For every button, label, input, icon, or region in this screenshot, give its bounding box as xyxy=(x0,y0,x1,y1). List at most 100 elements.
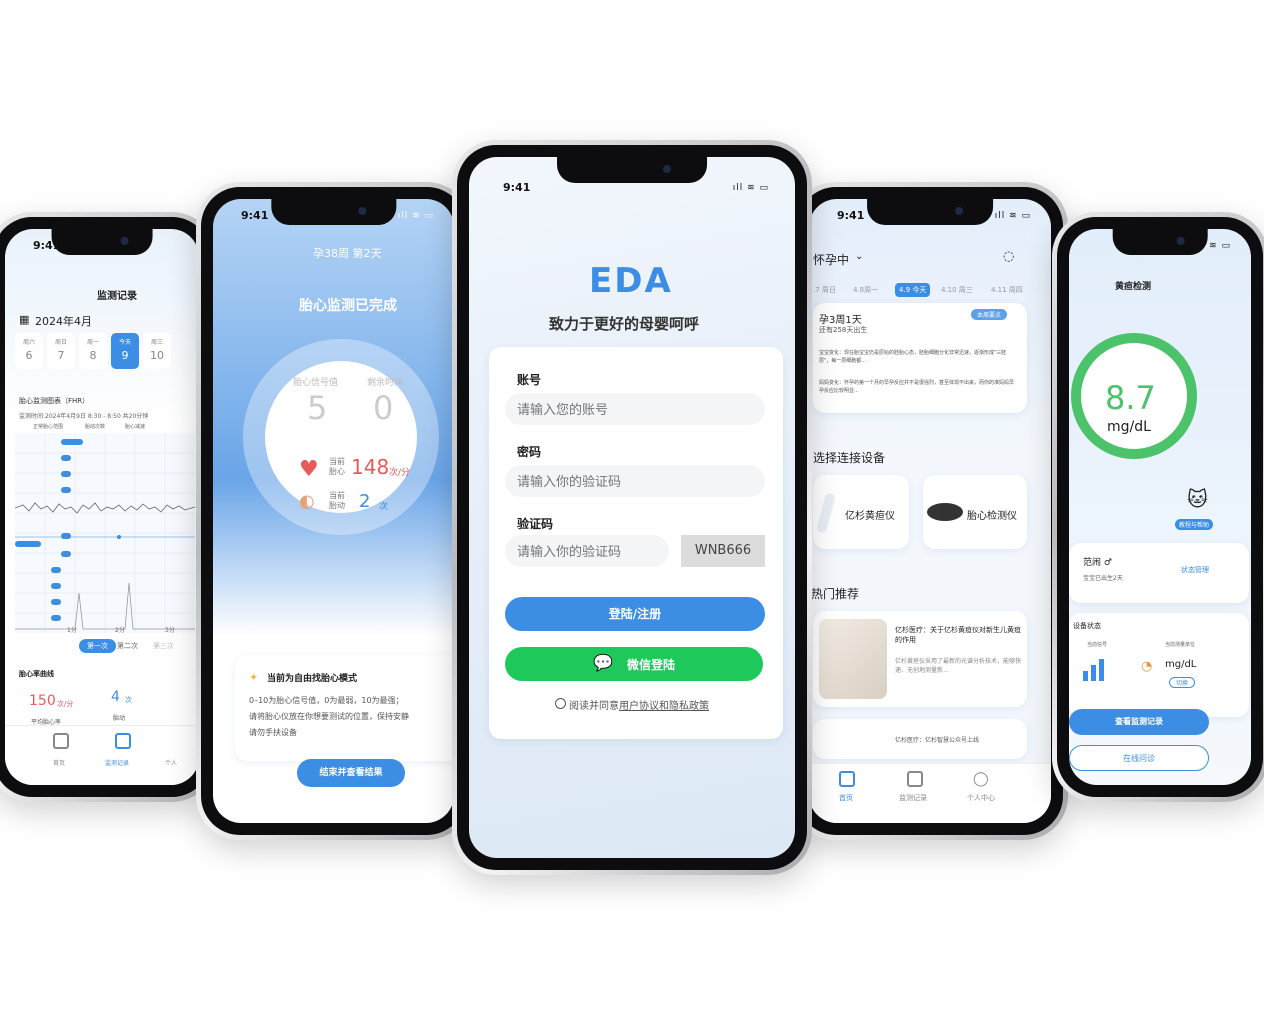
tab-records[interactable]: 监测记录 xyxy=(899,793,927,803)
date-weekday: 周六 xyxy=(22,339,35,346)
chart-title: 胎心监测图表（FHR） xyxy=(19,397,90,405)
date-item[interactable]: 周一 8 xyxy=(79,333,107,369)
tab-home[interactable]: 首页 xyxy=(839,793,853,803)
hot-section-title: 热门推荐 xyxy=(811,587,860,601)
bilirubin-value: 8.7 xyxy=(1105,379,1156,417)
section-fhr-curve: 胎心率曲线 xyxy=(19,670,54,678)
login-button[interactable]: 登陆/注册 xyxy=(505,597,765,631)
week-sub: 还有258天出生 xyxy=(819,326,868,334)
legend-movement: 胎动次数 xyxy=(85,424,106,430)
date-weekday: 周日 xyxy=(54,339,67,346)
pregnancy-week: 孕38周 第2天 xyxy=(313,247,382,260)
month-label: 2024年4月 xyxy=(35,315,92,328)
legend-normal: 正常胎心范围 xyxy=(33,424,64,430)
device-fetal-label: 胎心检测仪 xyxy=(967,511,1017,522)
meter-icon: ◔ xyxy=(1141,659,1153,674)
account-label: 账号 xyxy=(517,373,542,387)
consult-button[interactable]: 在线问诊 xyxy=(1069,745,1209,771)
date-tab[interactable]: 4.10 周三 xyxy=(937,283,977,297)
tab-profile[interactable]: 个人 xyxy=(165,758,177,767)
date-day: 8 xyxy=(89,349,97,362)
agree-checkbox[interactable] xyxy=(555,698,566,709)
status-icons: ıll ≋ ▭ xyxy=(1194,241,1231,251)
date-item[interactable]: 周日 7 xyxy=(47,333,75,369)
account-input[interactable] xyxy=(505,393,765,425)
page-title: 黄疸检测 xyxy=(1115,282,1152,292)
mode-title: 当前为自由找胎心模式 xyxy=(267,674,358,684)
status-time: 9:41 xyxy=(837,209,865,222)
date-day: 10 xyxy=(150,349,164,362)
phone-monitor-records: 9:41 监测记录 ▦ 2024年4月 周六 6 周日 7 周一 8 今天 9 周三 10 胎心监… xyxy=(0,212,216,802)
device-section-title: 选择连接设备 xyxy=(813,451,886,465)
signal-label: 当前信号 xyxy=(1087,642,1108,648)
status-time: 9:41 xyxy=(503,181,531,194)
logo: EDA xyxy=(589,261,673,301)
hr-unit: 次/分 xyxy=(389,468,411,478)
status-icons: ıll ≋ ▭ xyxy=(732,183,769,193)
hr-label: 当前 胎心 xyxy=(329,457,345,476)
mom-change: 妈妈变化：怀孕的第一个月的早孕反应并不是很强烈，甚至体现不出来，而你的准妈妈早孕… xyxy=(819,380,1015,394)
captcha-image[interactable]: WNB666 xyxy=(681,535,765,567)
remaining-label: 剩余时间 xyxy=(367,378,404,388)
tab-home[interactable]: 首页 xyxy=(53,758,65,767)
date-item[interactable]: 周六 6 xyxy=(15,333,43,369)
heart-icon: ♥ xyxy=(299,457,319,482)
bulb-icon: ✦ xyxy=(249,671,259,684)
unit-value: mg/dL xyxy=(1165,659,1197,670)
phone-jaundice: ıll ≋ ▭ 黄疸检测 8.7 mg/dL 🐱 教程与帮助 范闹 ♂ 宝宝已出… xyxy=(1052,212,1264,802)
pregnancy-status[interactable]: 怀孕中 xyxy=(813,251,849,268)
wechat-login-button[interactable]: 💬 微信登陆 xyxy=(505,647,763,681)
slogan: 致力于更好的母婴呵呼 xyxy=(549,315,700,333)
home-icon[interactable] xyxy=(839,771,855,787)
remaining-value: 0 xyxy=(373,389,394,427)
home-icon[interactable] xyxy=(53,733,69,749)
status-icons: ıll ≋ ▭ xyxy=(994,211,1031,221)
date-weekday: 周三 xyxy=(150,339,163,346)
phone-login: 9:41 ıll ≋ ▭ EDA 致力于更好的母婴呵呼 账号 密码 验证码 WN… xyxy=(452,140,812,875)
calendar-icon: ▦ xyxy=(19,313,30,326)
tab-records[interactable]: 监测记录 xyxy=(105,758,129,767)
stat-move-value: 4 xyxy=(111,689,120,705)
message-icon[interactable]: ◌ xyxy=(1003,249,1014,264)
code-input[interactable] xyxy=(505,535,669,567)
signal-value: 5 xyxy=(307,389,328,427)
date-day: 9 xyxy=(121,349,129,362)
date-tab[interactable]: 4.11 周四 xyxy=(987,283,1027,297)
mascot-icon: 🐱 xyxy=(1187,487,1208,511)
date-tab[interactable]: 4.9 今天 xyxy=(895,283,931,297)
date-tab[interactable]: 4.8周一 xyxy=(849,283,882,297)
fetal-device-icon xyxy=(927,503,963,521)
code-label: 验证码 xyxy=(517,517,554,531)
date-tab[interactable]: .7 周日 xyxy=(809,283,840,297)
tab-profile[interactable]: 个人中心 xyxy=(967,793,995,803)
date-item[interactable]: 周三 10 xyxy=(143,333,171,369)
toggle-third[interactable]: 第三次 xyxy=(153,641,174,651)
bilirubin-unit: mg/dL xyxy=(1107,419,1151,435)
toggle-second[interactable]: 第二次 xyxy=(117,641,138,651)
mode-text-1: 0–10为胎心信号值，0为最弱，10为最强； xyxy=(249,696,404,705)
chevron-down-icon[interactable]: ⌄ xyxy=(855,251,863,262)
records-button[interactable]: 查看监测记录 xyxy=(1069,709,1209,735)
device-state-title: 设备状态 xyxy=(1073,622,1101,630)
date-item[interactable]: 今天 9 xyxy=(111,333,139,369)
records-icon[interactable] xyxy=(115,733,131,749)
status-manage-link[interactable]: 状态管理 xyxy=(1181,565,1209,575)
stat-avg-value: 150 xyxy=(29,693,56,709)
tick-3min: 3分 xyxy=(165,627,175,634)
tick-2min: 2分 xyxy=(115,627,125,634)
switch-button[interactable]: 切换 xyxy=(1169,677,1196,688)
mv-label: 当前 胎动 xyxy=(329,491,345,510)
agreement-prefix: 阅读并同意 xyxy=(569,701,619,712)
toggle-first[interactable]: 第一次 xyxy=(79,639,116,653)
fhr-chart xyxy=(15,433,195,633)
finish-button[interactable]: 结束并查看结果 xyxy=(297,759,405,787)
records-icon[interactable] xyxy=(907,771,923,787)
baby-name: 范闹 ♂ xyxy=(1083,558,1112,568)
agreement-link[interactable]: 用户协议和隐私政策 xyxy=(619,697,709,712)
password-input[interactable] xyxy=(505,465,765,497)
article2-title: 亿杉医疗：亿杉智慧公众号上线 xyxy=(895,737,980,744)
help-button[interactable]: 教程与帮助 xyxy=(1175,519,1214,530)
signal-bars-icon xyxy=(1083,659,1105,681)
user-icon[interactable]: ◯ xyxy=(973,771,989,787)
tick-1min: 1分 xyxy=(67,627,77,634)
